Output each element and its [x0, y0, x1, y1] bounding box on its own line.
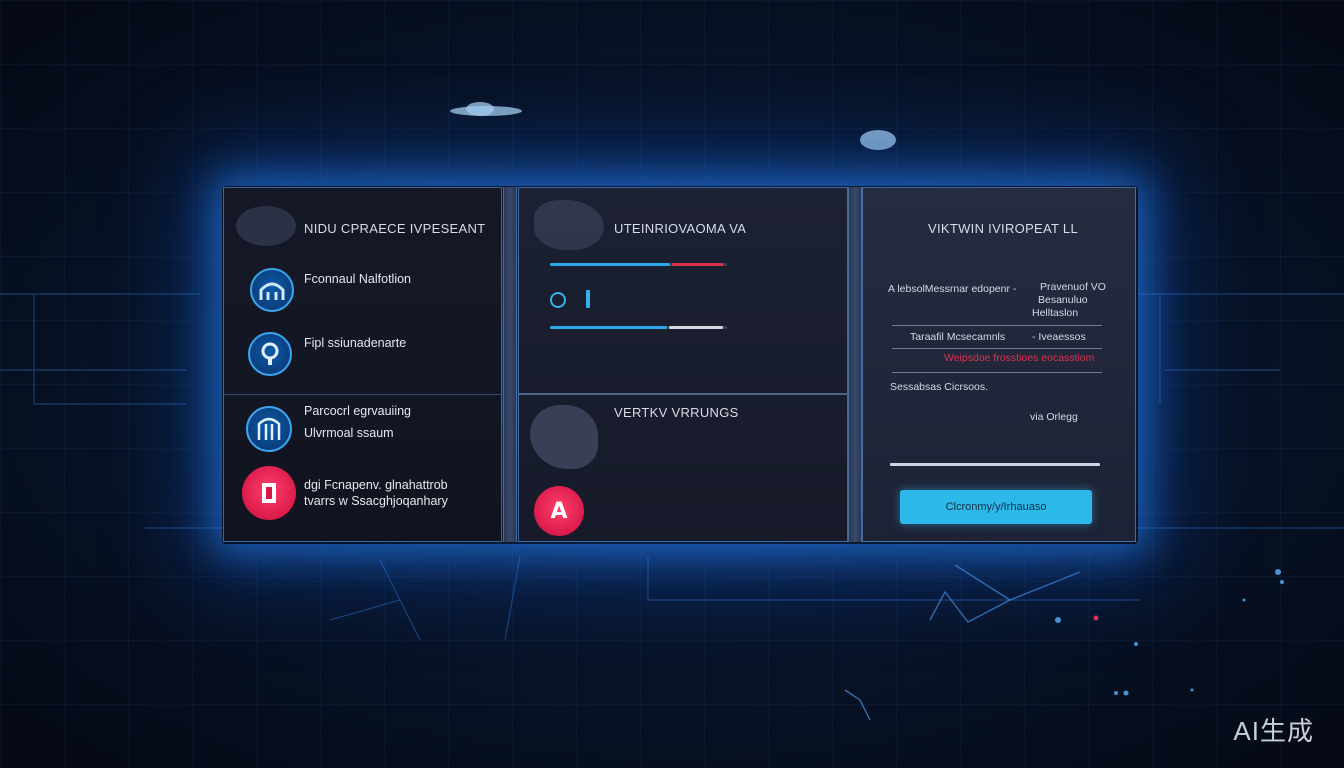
lock-icon[interactable] — [248, 332, 292, 376]
panel-separator-right — [848, 187, 862, 542]
middle-panel-title: UTEINRIOVAOMA VA — [614, 221, 747, 236]
left-item-3-line1[interactable]: Parcocrl egrvauiing — [304, 400, 411, 422]
right-row4-value: via Orlegg — [1030, 411, 1078, 423]
middle-panel-divider — [519, 393, 847, 395]
badge-letter: A — [550, 498, 568, 524]
arch-icon[interactable] — [250, 268, 294, 312]
document-icon-glyph — [262, 483, 276, 503]
right-row2-value: - Iveaessos — [1032, 331, 1086, 343]
right-row-divider-3 — [892, 372, 1102, 373]
submit-button-label: Clcronmy/y/Irhauaso — [945, 501, 1047, 513]
document-icon[interactable] — [242, 466, 296, 520]
left-panel-title: NIDU CPRAECE IVPESEANT — [304, 221, 486, 236]
right-input-field[interactable] — [890, 463, 1100, 466]
right-row1-label: A lebsolMessrnar edopenr - — [888, 283, 1017, 295]
left-item-3-line2: Ulvrmoal ssaum — [304, 426, 394, 440]
toggle-radio[interactable] — [550, 292, 566, 308]
middle-section2-title: VERTKV VRRUNGS — [614, 405, 739, 420]
right-panel — [862, 187, 1136, 542]
columns-icon-glyph — [257, 417, 281, 440]
panel-separator-left — [503, 187, 517, 542]
progress-bar-2-fill — [550, 326, 667, 329]
right-row2-label: Taraafil Mcsecamnls — [910, 331, 1006, 343]
progress-bar-1-fill — [550, 263, 670, 266]
submit-button[interactable]: Clcronmy/y/Irhauaso — [900, 490, 1092, 524]
progress-bar-1 — [550, 263, 727, 266]
toggle-handle[interactable] — [586, 290, 590, 308]
right-panel-title: VIKTWIN IVIROPEAT LL — [928, 221, 1078, 236]
right-row-divider-1 — [892, 325, 1102, 326]
left-item-1-label[interactable]: Fconnaul Nalfotlion — [304, 268, 411, 290]
watermark-text: AI生成 — [1233, 716, 1314, 746]
right-row1-value-1: Pravenuof VO — [1040, 281, 1106, 293]
progress-bar-2-tail — [669, 326, 723, 329]
progress-bar-2 — [550, 326, 727, 329]
arch-icon-glyph — [259, 282, 285, 300]
columns-icon[interactable] — [246, 406, 292, 452]
right-row1-value-2: Besanuluo — [1038, 294, 1088, 306]
right-row4-label: Sessabsas Cicrsoos. — [890, 381, 989, 393]
right-row1-value-3: Helltaslon — [1032, 307, 1079, 319]
lock-icon-glyph — [261, 342, 279, 365]
middle-panel-decoration — [534, 200, 604, 250]
progress-bar-1-tail — [672, 263, 723, 266]
left-panel-divider — [224, 394, 501, 395]
left-panel-decoration — [236, 206, 296, 246]
app-stage: NIDU CPRAECE IVPESEANT Fconnaul Nalfotli… — [0, 0, 1344, 768]
left-item-4-line2: tvarrs w Ssacghjoqanhary — [304, 494, 448, 508]
a-letter-icon[interactable]: A — [534, 486, 584, 536]
left-item-2-label[interactable]: Fipl ssiunadenarte — [304, 332, 406, 354]
right-row-divider-2 — [892, 348, 1102, 349]
right-alert-text: Weipsdoe frosstioes eocasstiom — [944, 352, 1095, 364]
